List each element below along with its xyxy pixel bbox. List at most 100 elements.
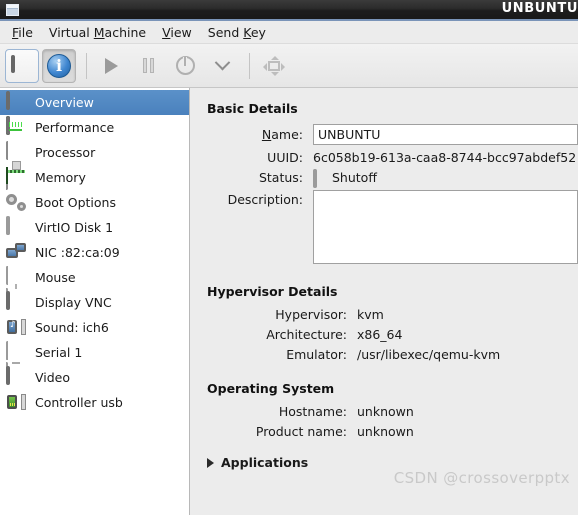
description-label: Description:	[227, 192, 303, 207]
emulator-label: Emulator:	[286, 347, 347, 362]
sidebar-item-label: Performance	[35, 120, 115, 135]
sidebar-item-label: Memory	[35, 170, 86, 185]
sound-icon	[6, 318, 26, 337]
menu-view-label: iew	[170, 24, 192, 40]
screen-icon	[6, 291, 26, 312]
emulator-row: Emulator: /usr/libexec/qemu-kvm	[207, 347, 578, 362]
usb-icon	[6, 393, 26, 412]
status-label: Status:	[258, 170, 303, 185]
sidebar-item-label: Overview	[35, 95, 94, 110]
run-button[interactable]	[94, 49, 128, 83]
menu-virtual-machine[interactable]: Virtual Machine	[41, 23, 154, 42]
sidebar-item-controller-usb[interactable]: Controller usb	[0, 390, 189, 415]
info-icon: i	[47, 53, 71, 78]
name-label-text: ame:	[271, 127, 303, 142]
monitor-icon	[11, 54, 33, 75]
shutoff-monitor-icon	[313, 169, 326, 188]
sidebar-item-nic[interactable]: NIC :82:ca:09	[0, 240, 189, 265]
architecture-value: x86_64	[357, 327, 403, 342]
sidebar-item-performance[interactable]: Performance	[0, 115, 189, 140]
screen-icon	[6, 366, 26, 387]
uuid-label: UUID:	[267, 150, 303, 165]
description-row: Description:	[207, 190, 578, 264]
sidebar-item-label: Processor	[35, 145, 96, 160]
hostname-row: Hostname: unknown	[207, 404, 578, 419]
sidebar-item-mouse[interactable]: Mouse	[0, 265, 189, 307]
sidebar-item-label: Video	[35, 370, 71, 385]
shutdown-button[interactable]	[168, 49, 202, 83]
watermark: CSDN @crossoverpptx	[393, 469, 570, 487]
sidebar-item-label: NIC :82:ca:09	[35, 245, 120, 260]
name-input[interactable]	[313, 124, 578, 145]
console-view-button[interactable]	[5, 48, 39, 83]
pause-icon	[142, 58, 154, 73]
shutdown-menu-button[interactable]	[205, 49, 239, 83]
menu-send-key[interactable]: Send Key	[200, 23, 274, 42]
menu-send-key-prefix: Send	[207, 24, 244, 40]
sidebar-item-virtio-disk-1[interactable]: VirtIO Disk 1	[0, 215, 189, 240]
sidebar-item-boot-options[interactable]: Boot Options	[0, 190, 189, 215]
sidebar-item-label: VirtIO Disk 1	[35, 220, 114, 235]
fullscreen-button[interactable]	[257, 49, 291, 83]
window-title: UNBUNTU	[501, 1, 578, 16]
sidebar-item-video[interactable]: Video	[0, 365, 189, 390]
sidebar-item-processor[interactable]: Processor	[0, 140, 189, 190]
sidebar-item-serial-1[interactable]: Serial 1	[0, 340, 189, 381]
sidebar-item-display-vnc[interactable]: Display VNC	[0, 290, 189, 315]
hypervisor-label: Hypervisor:	[275, 307, 347, 322]
hypervisor-row: Hypervisor: kvm	[207, 307, 578, 322]
sidebar-item-sound[interactable]: Sound: ich6	[0, 315, 189, 340]
status-value: Shutoff	[332, 170, 377, 185]
architecture-label: Architecture:	[266, 327, 347, 342]
menu-virtual-machine-prefix: Virtual	[48, 24, 94, 40]
memory-icon	[6, 167, 26, 187]
uuid-value: 6c058b19-613a-caa8-8744-bcc97abdef52	[313, 150, 577, 165]
cpu-icon	[6, 141, 26, 190]
menu-send-key-label: ey	[250, 24, 266, 40]
menu-virtual-machine-label: achine	[104, 24, 147, 40]
emulator-value: /usr/libexec/qemu-kvm	[357, 347, 501, 362]
content-area: Overview Performance Processor Memory Bo…	[0, 88, 578, 515]
details-view-button[interactable]: i	[42, 48, 76, 83]
pause-button[interactable]	[131, 49, 165, 83]
titlebar: UNBUNTU	[0, 0, 578, 21]
sidebar-item-label: Controller usb	[35, 395, 123, 410]
sidebar-item-overview[interactable]: Overview	[0, 90, 189, 115]
operating-system-title: Operating System	[207, 381, 335, 396]
basic-details-title: Basic Details	[207, 101, 298, 116]
sidebar-item-label: Boot Options	[35, 195, 116, 210]
architecture-row: Architecture: x86_64	[207, 327, 578, 342]
applications-label: Applications	[221, 455, 309, 470]
serial-icon	[6, 341, 26, 381]
uuid-row: UUID: 6c058b19-613a-caa8-8744-bcc97abdef…	[207, 150, 578, 165]
toolbar-separator-1	[86, 52, 87, 79]
toolbar-separator-2	[249, 52, 250, 79]
sidebar-item-label: Mouse	[35, 270, 76, 285]
applications-expander[interactable]: Applications	[207, 455, 578, 470]
sidebar-item-memory[interactable]: Memory	[0, 165, 189, 190]
details-panel: Basic Details Name: UUID: 6c058b19-613a-…	[190, 88, 578, 515]
hypervisor-details-title: Hypervisor Details	[207, 284, 338, 299]
name-label-mnemonic: N	[261, 127, 272, 142]
menu-send-key-mnemonic: K	[243, 24, 251, 40]
window-icon[interactable]	[6, 3, 19, 16]
product-name-value: unknown	[357, 424, 414, 439]
mouse-icon	[6, 266, 26, 307]
menu-file-label: ile	[18, 24, 33, 40]
sidebar-item-label: Sound: ich6	[35, 320, 109, 335]
disk-icon	[6, 216, 26, 237]
menu-view[interactable]: View	[154, 23, 200, 42]
hardware-sidebar[interactable]: Overview Performance Processor Memory Bo…	[0, 88, 190, 515]
hypervisor-value: kvm	[357, 307, 384, 322]
screen-icon	[6, 91, 26, 112]
sidebar-item-label: Serial 1	[35, 345, 83, 360]
fullscreen-icon	[263, 55, 285, 76]
description-input[interactable]	[313, 190, 578, 264]
chevron-right-icon	[207, 457, 214, 468]
menubar: File Virtual Machine View Send Key	[0, 21, 578, 44]
menu-file[interactable]: File	[4, 23, 41, 42]
name-label: Name:	[207, 127, 313, 142]
menu-virtual-machine-mnemonic: M	[93, 24, 105, 40]
